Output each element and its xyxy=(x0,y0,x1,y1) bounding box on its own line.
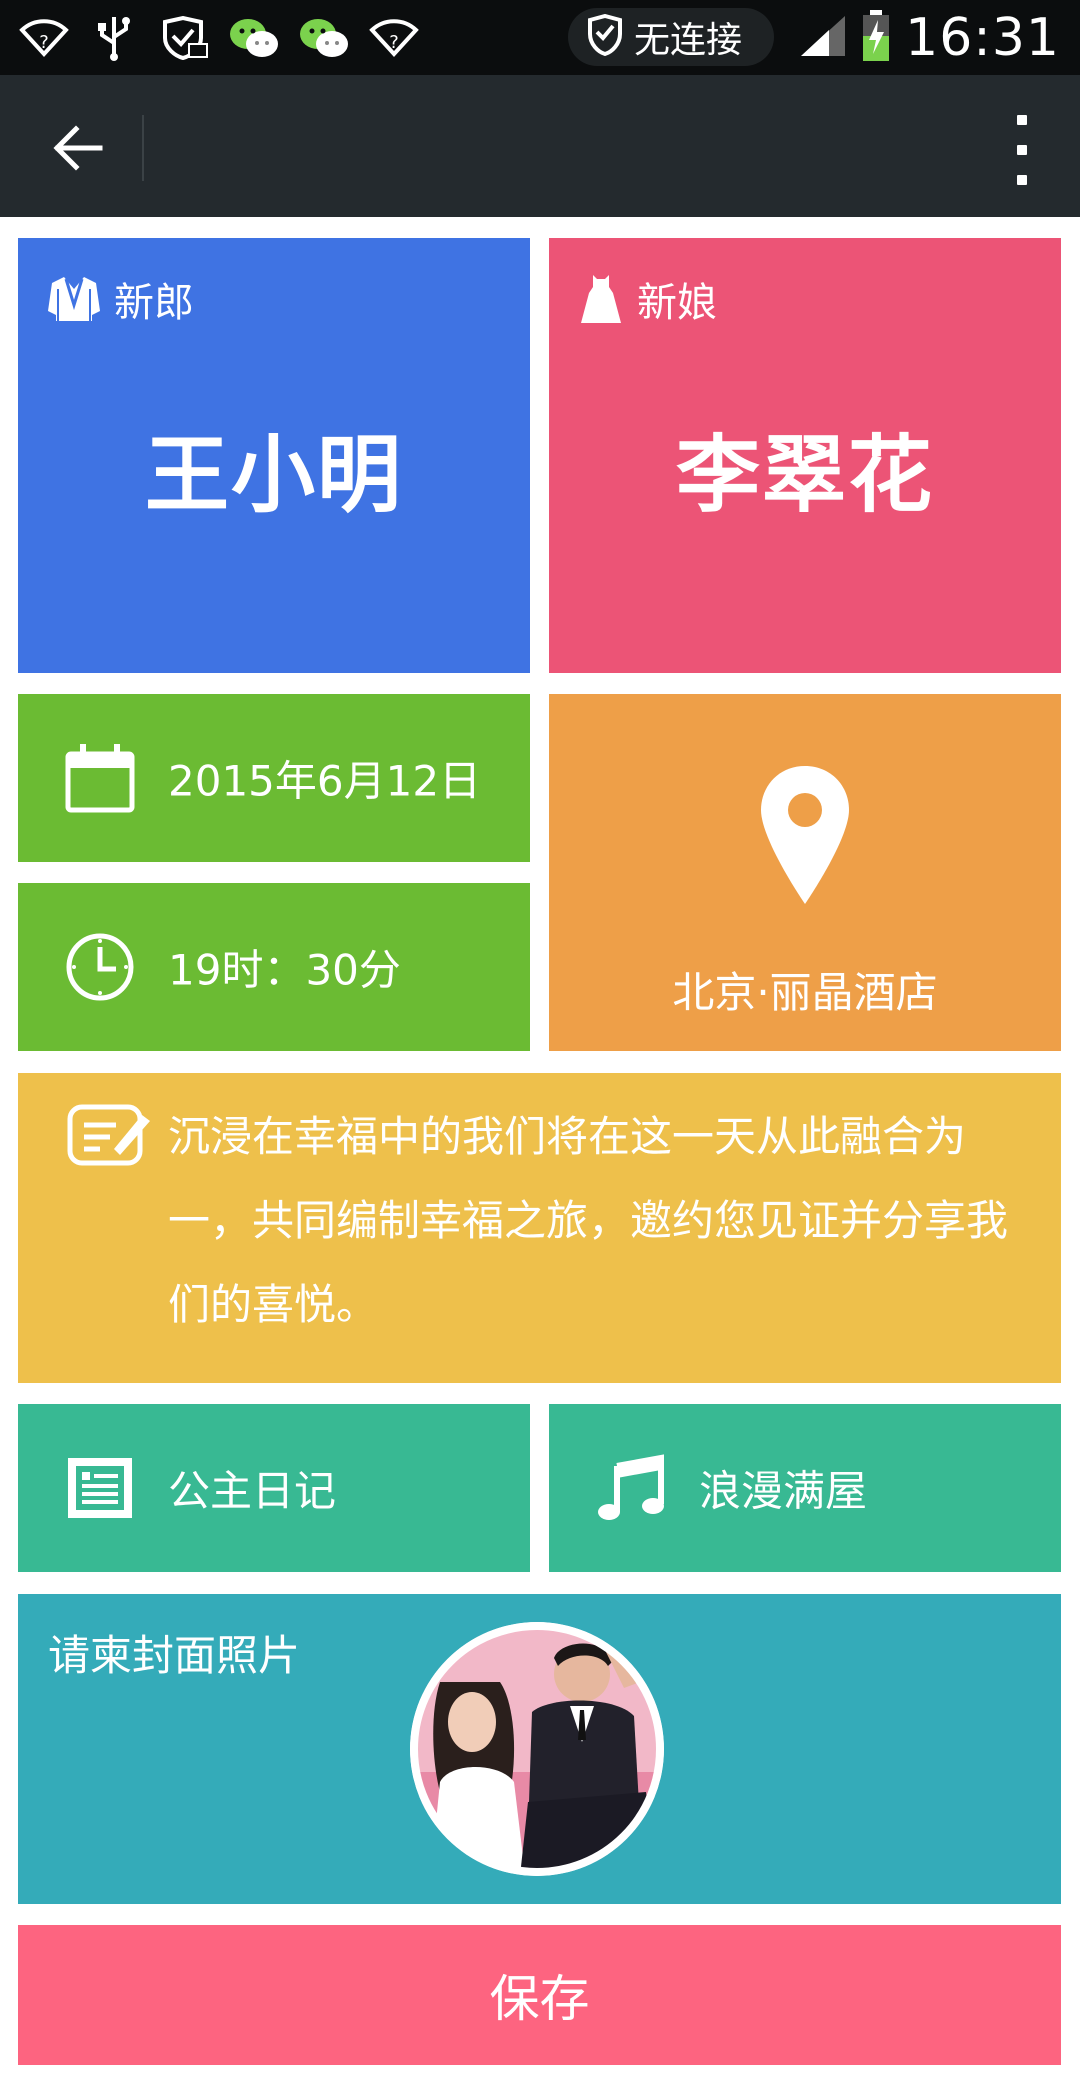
clock-icon xyxy=(66,933,134,1001)
save-button[interactable]: 保存 xyxy=(18,1925,1061,2065)
groom-role-row: 新郎 xyxy=(48,270,194,328)
svg-text:?: ? xyxy=(39,32,49,53)
battery-charging-icon xyxy=(861,10,891,66)
network-status: 无连接 xyxy=(568,8,774,66)
newspaper-icon xyxy=(68,1458,132,1518)
network-label: 无连接 xyxy=(634,20,743,61)
cover-photo-card[interactable]: 请柬封面照片 xyxy=(18,1594,1061,1904)
action-bar xyxy=(0,75,1080,217)
shield-mail-icon xyxy=(156,10,212,66)
groom-name: 王小明 xyxy=(144,426,403,524)
wechat-icon xyxy=(226,10,282,66)
cover-photo-label: 请柬封面照片 xyxy=(48,1631,301,1680)
wifi-question-icon: ? xyxy=(16,10,72,66)
time-card[interactable]: 19时：30分 xyxy=(18,883,530,1051)
invitation-message: 沉浸在幸福中的我们将在这一天从此融合为一，共同编制幸福之旅，邀约您见证并分享我们… xyxy=(168,1112,1009,1329)
calendar-icon xyxy=(65,744,135,813)
diary-card[interactable]: 公主日记 xyxy=(18,1404,530,1572)
wedding-date: 2015年6月12日 xyxy=(168,756,482,806)
svg-text:?: ? xyxy=(389,32,399,53)
notification-icons: ? ? xyxy=(16,10,422,66)
couple-photo xyxy=(410,1622,664,1876)
status-right: 16:31 xyxy=(799,8,1060,68)
location-pin-icon xyxy=(761,766,849,904)
bride-card[interactable]: 新娘 李翠花 xyxy=(549,238,1061,673)
invitation-message-card[interactable]: 沉浸在幸福中的我们将在这一天从此融合为一，共同编制幸福之旅，邀约您见证并分享我们… xyxy=(18,1073,1061,1383)
toolbar-divider xyxy=(142,115,144,181)
cover-photo[interactable] xyxy=(410,1622,664,1876)
music-label: 浪漫满屋 xyxy=(699,1466,868,1516)
arrow-left-icon xyxy=(53,125,103,171)
groom-role-label: 新郎 xyxy=(114,280,194,326)
suit-icon xyxy=(48,277,100,321)
diary-label: 公主日记 xyxy=(168,1466,337,1516)
save-label: 保存 xyxy=(489,1970,590,2028)
back-button[interactable] xyxy=(44,113,114,183)
music-note-icon xyxy=(598,1454,664,1520)
bride-name: 李翠花 xyxy=(675,426,934,524)
wedding-time: 19时：30分 xyxy=(168,945,401,995)
more-vertical-icon[interactable] xyxy=(1010,115,1034,185)
date-card[interactable]: 2015年6月12日 xyxy=(18,694,530,862)
clock-time: 16:31 xyxy=(905,8,1060,68)
groom-card[interactable]: 新郎 王小明 xyxy=(18,238,530,673)
music-card[interactable]: 浪漫满屋 xyxy=(549,1404,1061,1572)
usb-icon xyxy=(86,10,142,66)
wedding-venue: 北京·丽晶酒店 xyxy=(672,968,938,1017)
dress-icon xyxy=(581,275,621,323)
wifi-question-icon: ? xyxy=(366,10,422,66)
status-bar: ? ? 无连接 16:31 xyxy=(0,0,1080,75)
place-card[interactable]: 北京·丽晶酒店 xyxy=(549,694,1061,1051)
bride-role-row: 新娘 xyxy=(579,270,717,328)
bride-role-label: 新娘 xyxy=(637,280,717,326)
signal-icon xyxy=(799,14,847,62)
edit-note-icon xyxy=(67,1104,150,1166)
shield-icon xyxy=(586,13,624,60)
wechat-icon xyxy=(296,10,352,66)
